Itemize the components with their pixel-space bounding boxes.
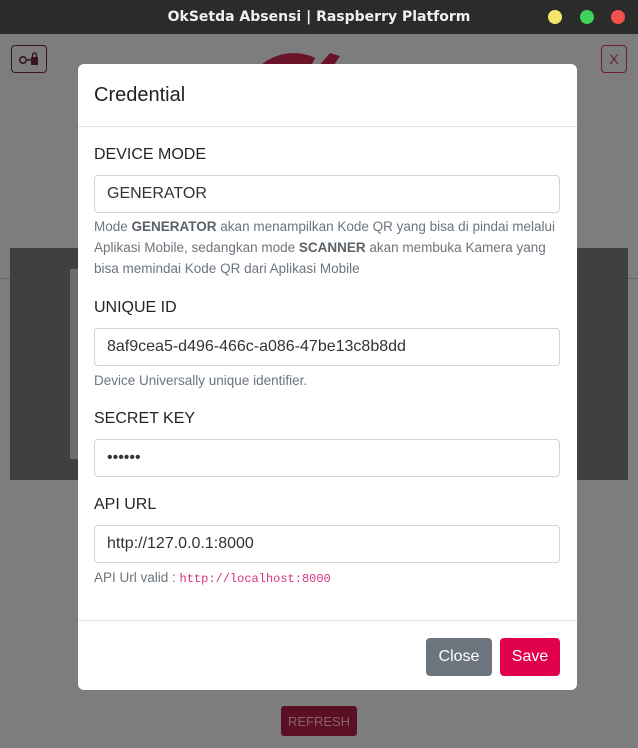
- device-mode-help: Mode GENERATOR akan menampilkan Kode QR …: [94, 216, 560, 279]
- api-url-help: API Url valid : http://localhost:8000: [94, 567, 560, 590]
- help-text: Mode: [94, 219, 132, 234]
- minimize-button[interactable]: [548, 10, 562, 24]
- close-label: X: [609, 51, 619, 67]
- close-button[interactable]: Close: [426, 638, 492, 676]
- unique-id-help: Device Universally unique identifier.: [94, 373, 308, 388]
- modal-title: Credential: [94, 83, 186, 106]
- modal-header: Credential: [78, 64, 577, 127]
- credential-button[interactable]: [11, 45, 47, 73]
- maximize-button[interactable]: [580, 10, 594, 24]
- help-text: API Url valid :: [94, 570, 180, 585]
- device-mode-select[interactable]: GENERATOR: [94, 175, 560, 213]
- refresh-label: REFRESH: [287, 713, 351, 729]
- credential-modal: Credential DEVICE MODE GENERATOR Mode GE…: [78, 64, 577, 690]
- api-url-input[interactable]: http://127.0.0.1:8000: [94, 525, 560, 563]
- help-strong: GENERATOR: [131, 219, 217, 234]
- api-url-label: API URL: [94, 496, 157, 513]
- device-mode-label: DEVICE MODE: [94, 146, 207, 163]
- close-window-button[interactable]: [611, 10, 625, 24]
- help-strong: SCANNER: [298, 240, 366, 255]
- secret-key-label: SECRET KEY: [94, 410, 196, 427]
- unique-id-label: UNIQUE ID: [94, 299, 177, 316]
- modal-footer: Close Save: [78, 620, 577, 690]
- app-close-button[interactable]: X: [601, 45, 627, 73]
- secret-key-input[interactable]: ••••••: [94, 439, 560, 477]
- refresh-button[interactable]: REFRESH: [281, 706, 357, 736]
- window-title: OkSetda Absensi | Raspberry Platform: [167, 9, 471, 25]
- api-url-example: http://localhost:8000: [179, 572, 331, 586]
- unique-id-input[interactable]: 8af9cea5-d496-466c-a086-47be13c8b8dd: [94, 328, 560, 366]
- save-button[interactable]: Save: [500, 638, 560, 676]
- unique-id-value: 8af9cea5-d496-466c-a086-47be13c8b8dd: [107, 338, 406, 355]
- device-mode-value: GENERATOR: [107, 185, 207, 202]
- secret-key-value: ••••••: [107, 449, 141, 466]
- window-titlebar: OkSetda Absensi | Raspberry Platform: [0, 0, 638, 34]
- api-url-value: http://127.0.0.1:8000: [107, 535, 254, 552]
- lock-key-icon: [18, 52, 38, 65]
